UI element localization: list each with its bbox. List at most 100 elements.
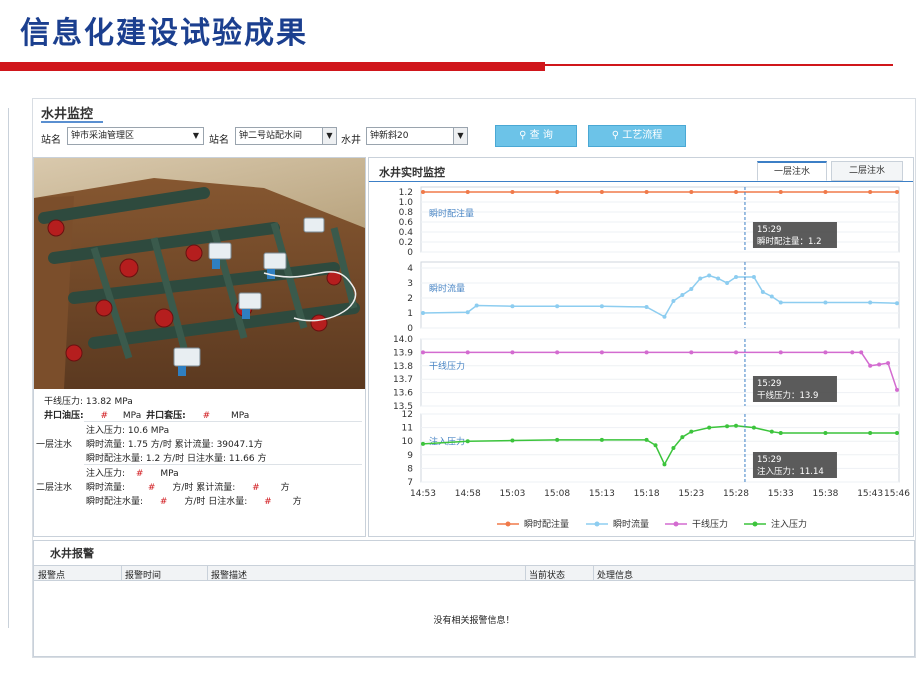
wellhead-casing-label: 井口套压: [146, 411, 186, 421]
series-point [599, 350, 604, 355]
series-point [662, 462, 667, 467]
col-handling-info[interactable]: 处理信息 [597, 568, 633, 581]
layer1-label: 一层注水 [36, 440, 73, 450]
chevron-down-icon[interactable]: ▼ [453, 128, 467, 144]
series-point [769, 294, 774, 299]
series-point [465, 310, 470, 315]
y-tick-label: 0.6 [399, 218, 414, 228]
layer2-flow-value: # [147, 483, 156, 493]
series-point [895, 387, 899, 392]
column-divider [525, 566, 526, 580]
series-point [895, 301, 899, 306]
series-point [859, 350, 864, 355]
y-tick-label: 2 [407, 294, 413, 304]
alarm-table-header: 报警点 报警时间 报警描述 当前状态 处理信息 [34, 565, 914, 581]
camera-frame-drawing [34, 158, 365, 389]
realtime-chart: 1.21.00.80.60.40.20瞬时配注量15:29瞬时配注量：1.243… [393, 186, 910, 530]
chevron-down-icon[interactable]: ▼ [189, 128, 203, 144]
series-point [850, 350, 855, 355]
realtime-title: 水井实时监控 [379, 166, 445, 179]
series-point [751, 275, 756, 279]
layer2-label: 二层注水 [36, 483, 73, 493]
alarm-panel: 水井报警 报警点 报警时间 报警描述 当前状态 处理信息 没有相关报警信息！ [33, 540, 915, 657]
series-point [510, 304, 515, 309]
series-point [555, 437, 560, 442]
col-alarm-time[interactable]: 报警时间 [125, 568, 161, 581]
layer1-flow: 瞬时流量: 1.75 方/时 累计流量: 39047.1方 [86, 440, 263, 450]
column-divider [593, 566, 594, 580]
x-tick-label: 15:23 [678, 489, 704, 499]
y-tick-label: 14.0 [393, 335, 413, 345]
search-icon: ⚲ [611, 130, 620, 141]
tab-layer2[interactable]: 二层注水 [831, 161, 903, 181]
series-point [689, 190, 694, 194]
series-point [421, 311, 425, 315]
y-tick-label: 0.8 [399, 208, 414, 218]
series-point [769, 429, 774, 434]
series-point [599, 437, 604, 442]
query-button[interactable]: ⚲ 查 询 [495, 125, 577, 147]
tooltip-time: 15:29 [757, 225, 782, 235]
y-tick-label: 7 [407, 478, 413, 488]
series-point [734, 423, 739, 428]
series-point [421, 350, 425, 355]
series-point [689, 287, 694, 291]
legend-swatch-dot [673, 521, 679, 527]
well-select[interactable]: 钟新斜20 ▼ [366, 127, 468, 145]
col-alarm-point[interactable]: 报警点 [38, 568, 65, 581]
series-point [868, 190, 873, 194]
series-point [895, 431, 899, 436]
station-select[interactable]: 钟市采油管理区 ▼ [67, 127, 204, 145]
layer2-alloc-label: 瞬时配注水量: [86, 497, 144, 507]
series-point [644, 350, 649, 355]
series-point [895, 190, 899, 194]
substation-select-value: 钟二号站配水间 [239, 131, 303, 141]
series-point [725, 424, 730, 429]
legend-label: 瞬时流量 [613, 518, 649, 530]
y-tick-label: 4 [407, 264, 413, 274]
x-tick-label: 15:43 [857, 489, 883, 499]
y-tick-label: 11 [402, 424, 413, 434]
series-point [734, 275, 739, 279]
layer1-injection-pressure: 注入压力: 10.6 MPa [86, 426, 170, 436]
substation-label: 站名 [209, 135, 229, 146]
x-tick-label: 15:08 [544, 489, 570, 499]
y-tick-label: 10 [402, 437, 414, 447]
series-name-label: 干线压力 [429, 360, 465, 372]
layer2-alloc-mid: 方/时 日注水量: [184, 497, 248, 507]
series-point [823, 190, 828, 194]
y-tick-label: 0 [407, 324, 413, 334]
series-point [555, 190, 560, 194]
process-flow-button-label: 工艺流程 [622, 130, 663, 141]
well-video-panel: 干线压力: 13.82 MPa 井口油压: # MPa 井口套压: # MPa … [33, 157, 366, 537]
series-point [778, 300, 783, 305]
series-point [644, 190, 649, 194]
well-select-value: 钟新斜20 [370, 131, 409, 141]
station-label: 站名 [41, 135, 61, 146]
y-tick-label: 13.7 [393, 375, 413, 385]
tooltip-time: 15:29 [757, 379, 782, 389]
series-point [421, 441, 425, 446]
layer2-flow-label: 瞬时流量: [86, 483, 126, 493]
tooltip-value: 瞬时配注量：1.2 [757, 236, 822, 247]
series-point [778, 190, 783, 194]
col-current-status[interactable]: 当前状态 [529, 568, 565, 581]
x-tick-label: 15:46 [884, 489, 910, 499]
series-point [734, 190, 739, 194]
process-flow-button[interactable]: ⚲ 工艺流程 [588, 125, 686, 147]
chevron-down-icon[interactable]: ▼ [322, 128, 336, 144]
series-point [421, 190, 425, 194]
y-tick-label: 3 [407, 279, 413, 289]
col-alarm-description[interactable]: 报警描述 [211, 568, 247, 581]
series-point [823, 350, 828, 355]
substation-select[interactable]: 钟二号站配水间 ▼ [235, 127, 337, 145]
layer2-flow-unit: 方 [280, 483, 290, 493]
series-point [644, 437, 649, 442]
layer2-flow-mid: 方/时 累计流量: [172, 483, 236, 493]
series-point [707, 425, 712, 430]
y-tick-label: 0 [407, 248, 413, 258]
series-point [671, 299, 676, 303]
tab-layer1[interactable]: 一层注水 [757, 161, 827, 181]
y-tick-label: 1.2 [399, 188, 413, 198]
wellhead-casing-value: # [202, 411, 211, 421]
